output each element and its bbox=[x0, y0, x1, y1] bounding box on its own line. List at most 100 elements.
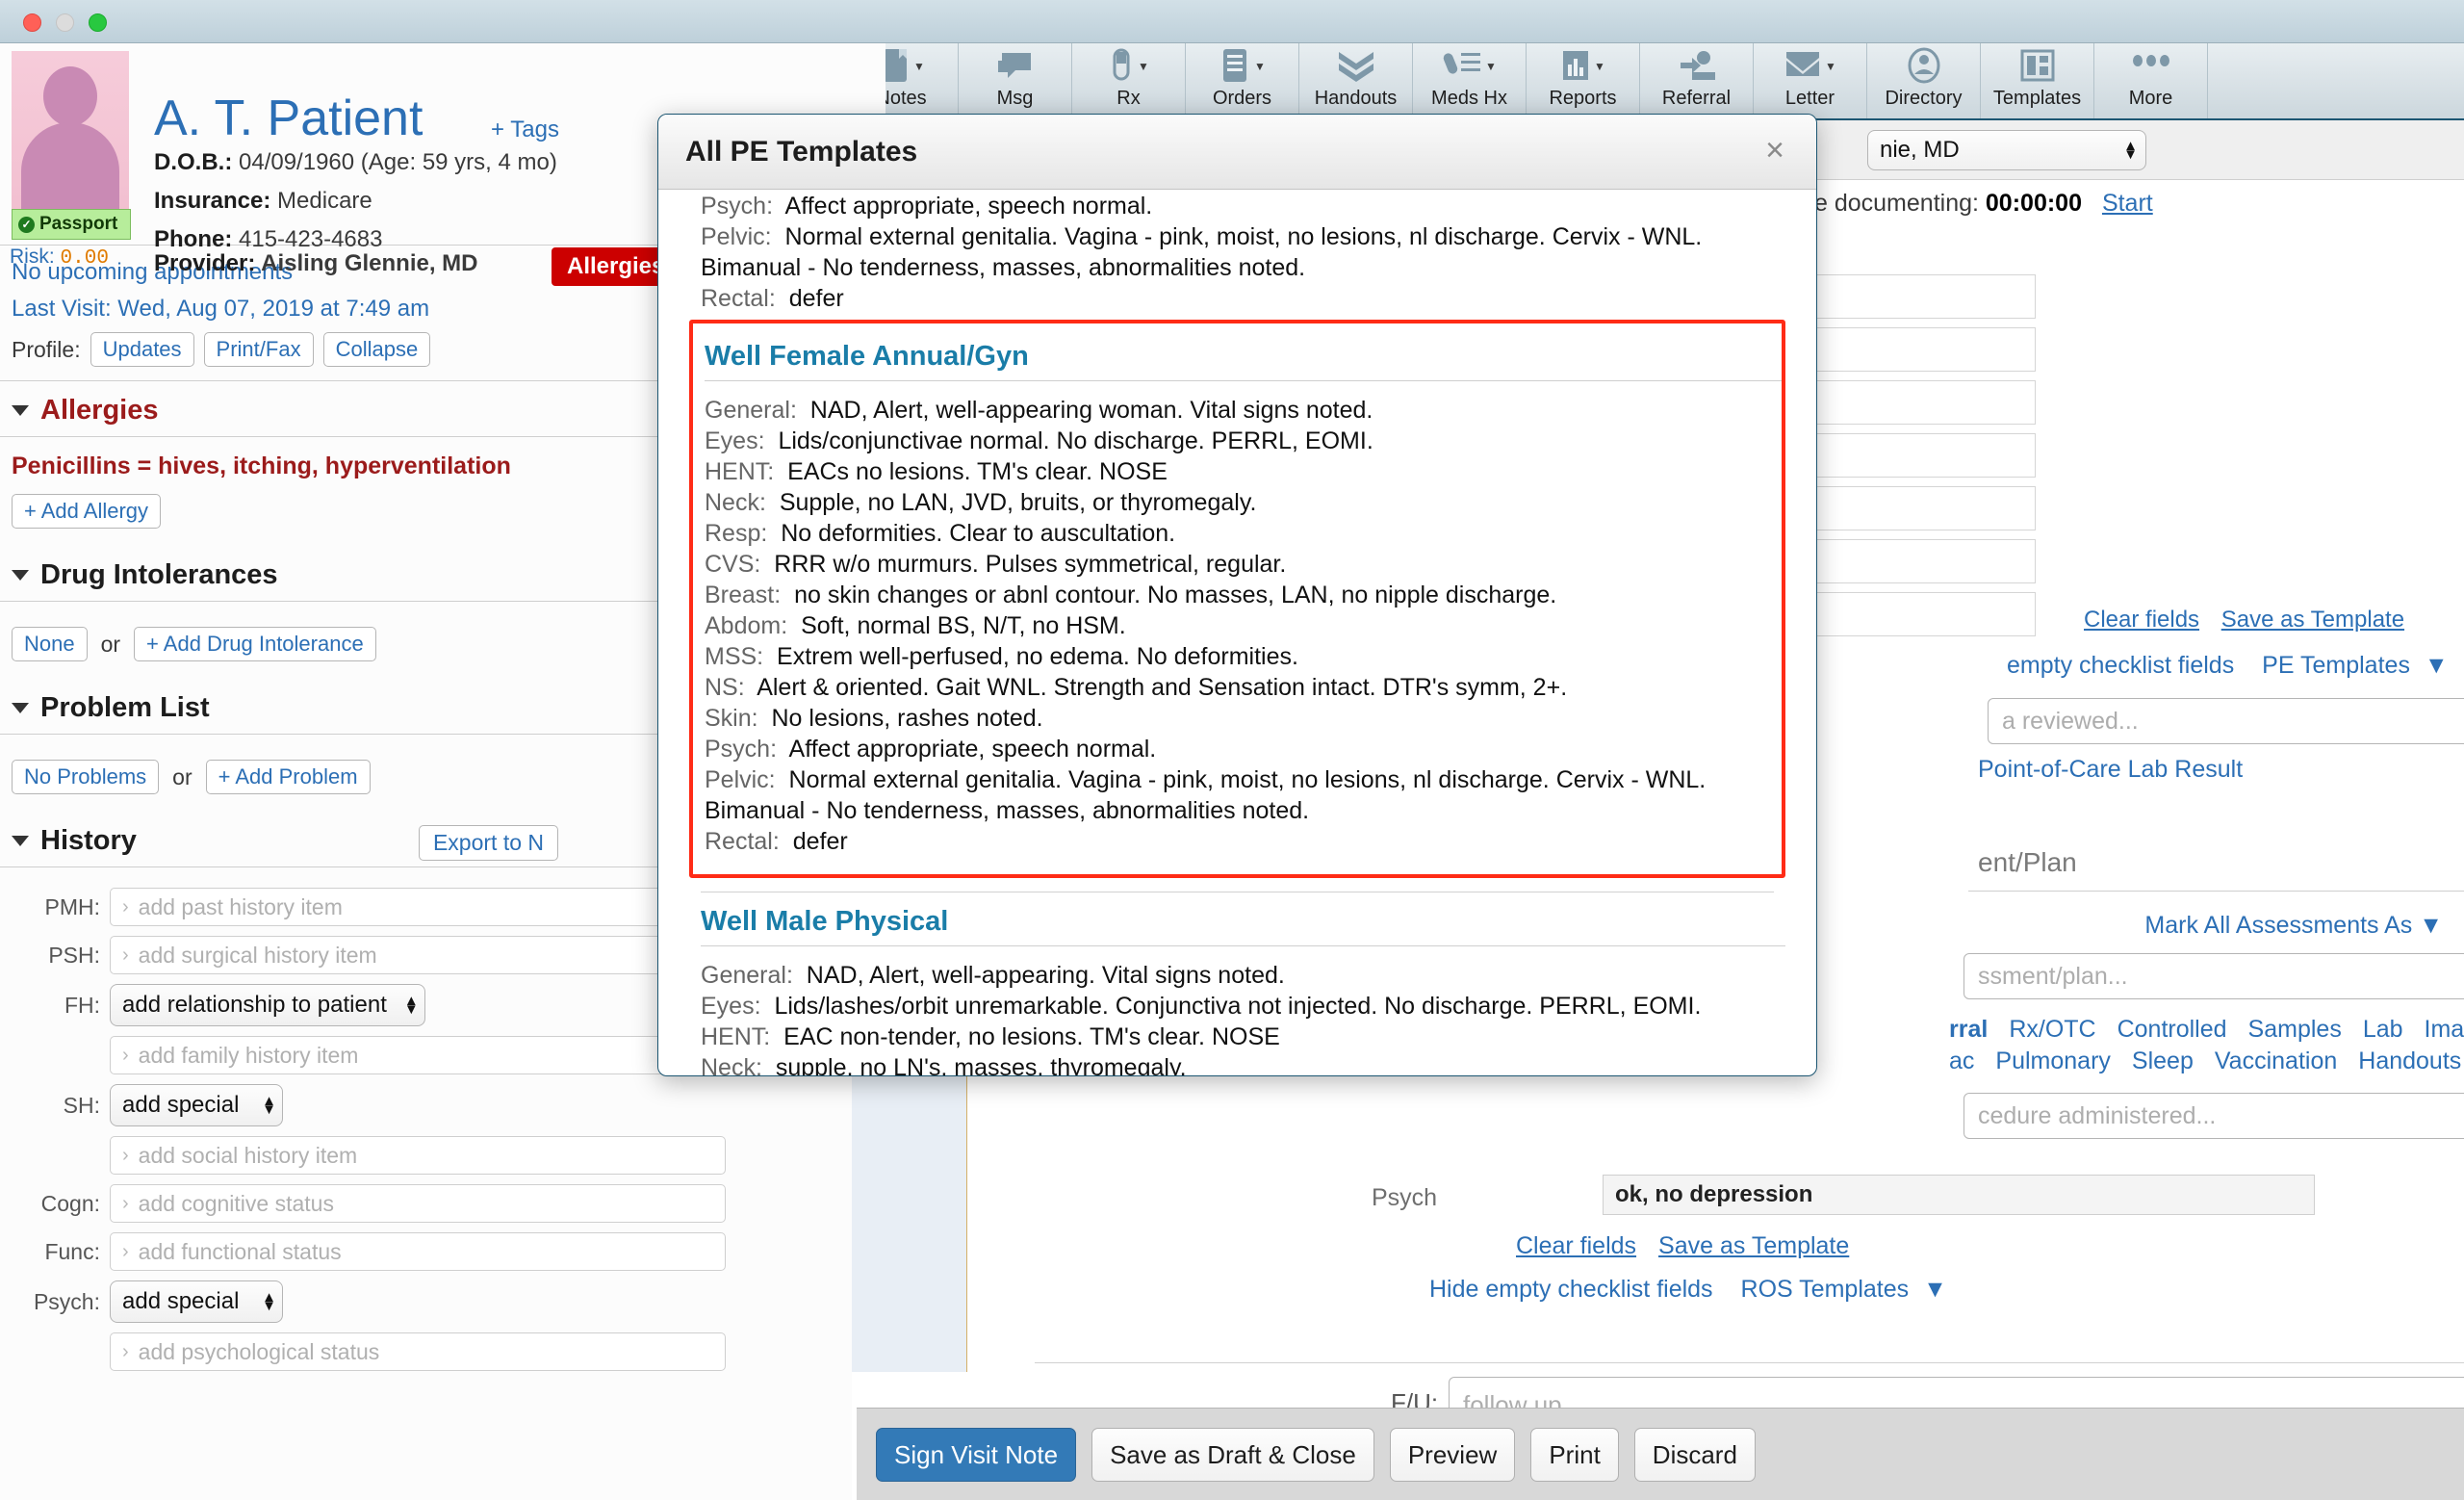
order-link-controlled[interactable]: Controlled bbox=[2118, 1016, 2227, 1043]
procedure-administered-input[interactable]: cedure administered... bbox=[1964, 1093, 2464, 1139]
order-link-lab[interactable]: Lab bbox=[2363, 1016, 2403, 1043]
chevron-down-icon[interactable]: ▼ bbox=[2419, 912, 2443, 939]
history-input[interactable]: › add functional status bbox=[110, 1232, 726, 1271]
toolbar-item-directory[interactable]: Directory bbox=[1867, 43, 1981, 118]
stepper-icon[interactable]: ▲ ▼ bbox=[262, 1290, 276, 1313]
history-select[interactable]: add special ▲ ▼ bbox=[110, 1280, 283, 1323]
chevron-down-icon[interactable]: ▼ bbox=[1485, 60, 1497, 73]
order-link-ac[interactable]: ac bbox=[1949, 1047, 1974, 1074]
toolbar-item-rx[interactable]: ▼ Rx bbox=[1072, 43, 1186, 118]
ros-hide-empty-checklist-link[interactable]: Hide empty checklist fields bbox=[1429, 1276, 1713, 1303]
history-select[interactable]: add relationship to patient ▲ ▼ bbox=[110, 984, 425, 1026]
chevron-down-icon[interactable] bbox=[12, 570, 29, 581]
order-link-pulmonary[interactable]: Pulmonary bbox=[1995, 1047, 2111, 1074]
order-link-rx-otc[interactable]: Rx/OTC bbox=[2009, 1016, 2095, 1043]
stepper-icon[interactable]: ▲ ▼ bbox=[404, 994, 419, 1017]
order-link-samples[interactable]: Samples bbox=[2248, 1016, 2342, 1043]
print-button[interactable]: Print bbox=[1530, 1428, 1619, 1482]
template-name[interactable]: Well Female Annual/Gyn bbox=[693, 333, 1782, 380]
pe-templates-dropdown[interactable]: PE Templates bbox=[2262, 652, 2410, 679]
template-item[interactable]: Well Male Physical General: NAD, Alert, w… bbox=[689, 892, 1785, 1075]
toolbar-item-handouts[interactable]: Handouts bbox=[1299, 43, 1413, 118]
history-input-placeholder: add surgical history item bbox=[138, 942, 377, 968]
assessment-plan-input[interactable]: ssment/plan... bbox=[1964, 953, 2464, 999]
profile-updates-button[interactable]: Updates bbox=[90, 332, 194, 367]
save-as-draft-close-button[interactable]: Save as Draft & Close bbox=[1091, 1428, 1374, 1482]
chevron-down-icon[interactable] bbox=[12, 405, 29, 416]
template-line: Bimanual - No tenderness, masses, abnorm… bbox=[701, 252, 1785, 283]
template-name[interactable]: Well Male Physical bbox=[689, 898, 1785, 945]
ros-templates-dropdown[interactable]: ROS Templates bbox=[1741, 1276, 1910, 1303]
template-line-key: Psych: bbox=[701, 193, 774, 220]
pe-save-as-template-link[interactable]: Save as Template bbox=[2221, 607, 2404, 633]
chevron-down-icon[interactable]: ▼ bbox=[1923, 1276, 1947, 1303]
toolbar-item-label: Handouts bbox=[1314, 88, 1398, 109]
history-input[interactable]: › add psychological status bbox=[110, 1332, 726, 1371]
order-link-rral[interactable]: rral bbox=[1949, 1016, 1988, 1043]
order-link-imaging[interactable]: Imaging bbox=[2425, 1016, 2464, 1043]
point-of-care-lab-result-link[interactable]: Point-of-Care Lab Result bbox=[1978, 756, 2243, 784]
template-line: Eyes: Lids/conjunctivae normal. No disch… bbox=[705, 426, 1782, 456]
mark-all-assessments-dropdown[interactable]: Mark All Assessments As ▼ bbox=[2144, 912, 2443, 940]
toolbar-item-msg[interactable]: Msg bbox=[959, 43, 1072, 118]
template-line: Breast: no skin changes or abnl contour.… bbox=[705, 580, 1782, 610]
export-to-note-button[interactable]: Export to N bbox=[418, 825, 558, 861]
chevron-down-icon[interactable]: ▼ bbox=[1825, 60, 1836, 73]
add-allergy-button[interactable]: + Add Allergy bbox=[12, 494, 162, 529]
template-line-value: No deformities. Clear to auscultation. bbox=[781, 520, 1176, 547]
close-window-button[interactable] bbox=[23, 13, 41, 32]
add-tags-link[interactable]: + Tags bbox=[491, 116, 559, 143]
close-icon[interactable]: × bbox=[1755, 130, 1795, 170]
no-problems-button[interactable]: No Problems bbox=[12, 760, 160, 794]
maximize-window-button[interactable] bbox=[89, 13, 107, 32]
chevron-down-icon[interactable]: ▼ bbox=[1594, 60, 1605, 73]
chevron-down-icon[interactable]: ▼ bbox=[1138, 60, 1149, 73]
referral-icon bbox=[1679, 47, 1715, 86]
dialog-body[interactable]: Psych: Affect appropriate, speech normal… bbox=[658, 191, 1816, 1075]
sign-visit-note-button[interactable]: Sign Visit Note bbox=[876, 1428, 1077, 1482]
toolbar-item-more[interactable]: More bbox=[2094, 43, 2208, 118]
order-link-handouts[interactable]: Handouts bbox=[2358, 1047, 2461, 1074]
history-input[interactable]: › add surgical history item bbox=[110, 936, 726, 974]
ros-clear-fields-link[interactable]: Clear fields bbox=[1516, 1232, 1636, 1259]
pe-templates-row: empty checklist fields PE Templates ▼ bbox=[2007, 652, 2449, 680]
order-link-vaccination[interactable]: Vaccination bbox=[2215, 1047, 2337, 1074]
history-select[interactable]: add special ▲ ▼ bbox=[110, 1084, 283, 1126]
stepper-icon[interactable]: ▲ ▼ bbox=[2123, 139, 2138, 162]
dialog-title: All PE Templates bbox=[685, 136, 918, 168]
chevron-down-icon[interactable] bbox=[12, 836, 29, 846]
add-problem-button[interactable]: + Add Problem bbox=[205, 760, 371, 794]
stepper-icon[interactable]: ▲ ▼ bbox=[262, 1094, 276, 1117]
order-link-sleep[interactable]: Sleep bbox=[2132, 1047, 2194, 1074]
history-input[interactable]: › add family history item bbox=[110, 1036, 726, 1074]
ros-save-as-template-link[interactable]: Save as Template bbox=[1658, 1232, 1849, 1259]
toolbar-item-templates[interactable]: Templates bbox=[1981, 43, 2094, 118]
add-drug-intolerance-button[interactable]: + Add Drug Intolerance bbox=[134, 627, 376, 661]
toolbar-item-letter[interactable]: ▼ Letter bbox=[1754, 43, 1867, 118]
provider-select[interactable]: nie, MD ▲ ▼ bbox=[1867, 130, 2146, 170]
chevron-down-icon[interactable]: ▼ bbox=[1254, 60, 1266, 73]
toolbar-item-reports[interactable]: ▼ Reports bbox=[1527, 43, 1640, 118]
toolbar-item-meds-hx[interactable]: ▼ Meds Hx bbox=[1413, 43, 1527, 118]
pe-clear-fields-link[interactable]: Clear fields bbox=[2084, 607, 2199, 633]
history-input[interactable]: › add past history item bbox=[110, 888, 726, 926]
ros-psych-value[interactable]: ok, no depression bbox=[1603, 1175, 2315, 1215]
chevron-down-icon[interactable]: ▼ bbox=[913, 60, 925, 73]
no-drug-intolerances-button[interactable]: None bbox=[12, 627, 88, 661]
history-input[interactable]: › add cognitive status bbox=[110, 1184, 726, 1223]
toolbar-item-referral[interactable]: Referral bbox=[1640, 43, 1754, 118]
minimize-window-button[interactable] bbox=[56, 13, 74, 32]
toolbar-item-orders[interactable]: ▼ Orders bbox=[1186, 43, 1299, 118]
template-item[interactable]: Well Female Annual/Gyn General: NAD, Aler… bbox=[689, 320, 1785, 878]
profile-printfax-button[interactable]: Print/Fax bbox=[203, 332, 314, 367]
start-timer-link[interactable]: Start bbox=[2102, 190, 2153, 217]
data-reviewed-input[interactable]: a reviewed... bbox=[1988, 698, 2464, 744]
profile-collapse-button[interactable]: Collapse bbox=[322, 332, 431, 367]
chevron-down-icon[interactable]: ▼ bbox=[2425, 652, 2449, 679]
history-input[interactable]: › add social history item bbox=[110, 1136, 726, 1175]
pe-hide-empty-checklist-link[interactable]: empty checklist fields bbox=[2007, 652, 2234, 679]
chevron-down-icon[interactable] bbox=[12, 703, 29, 713]
preview-button[interactable]: Preview bbox=[1389, 1428, 1516, 1482]
page-title[interactable]: A. T. Patient bbox=[154, 90, 423, 147]
discard-button[interactable]: Discard bbox=[1633, 1428, 1756, 1482]
